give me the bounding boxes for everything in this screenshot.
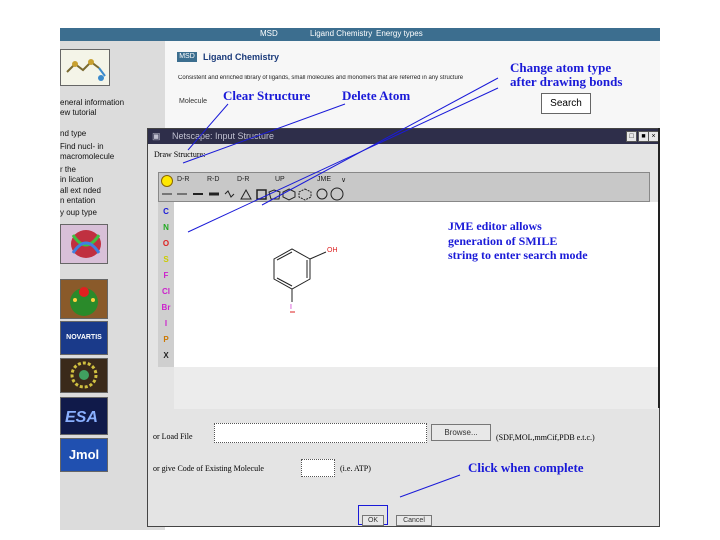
nav-link-msd[interactable]: MSD: [260, 29, 278, 38]
sidebar-line[interactable]: Find nucl- in: [60, 142, 104, 151]
annotation-clear-structure: Clear Structure: [223, 88, 311, 103]
browse-button[interactable]: Browse...: [431, 424, 491, 441]
title-bar-icon: ▣: [152, 131, 161, 141]
sidebar-line[interactable]: n entation: [60, 196, 95, 205]
atom-button-br[interactable]: Br: [158, 300, 174, 315]
atom-button-n[interactable]: N: [158, 220, 174, 235]
dialog-title: Netscape: Input Structure: [172, 131, 275, 141]
toolbar-btn-up[interactable]: UP: [275, 176, 285, 183]
molecule-code-input[interactable]: [301, 459, 335, 477]
atom-button-cl[interactable]: Cl: [158, 284, 174, 299]
bond-ring-tools[interactable]: [159, 187, 359, 201]
page-title: Ligand Chemistry: [203, 52, 280, 62]
sidebar-line[interactable]: eneral information: [60, 98, 124, 107]
sidebar-line[interactable]: y oup type: [60, 208, 97, 217]
molecule-drawing: OH I: [273, 247, 338, 313]
code-example-label: (i.e. ATP): [340, 464, 371, 473]
toolbar-btn-dr2[interactable]: D-R: [237, 176, 249, 183]
atom-button-s[interactable]: S: [158, 252, 174, 267]
code-label: or give Code of Existing Molecule: [153, 464, 264, 473]
annotation-click-complete: Click when complete: [468, 460, 584, 475]
nav-link-energy[interactable]: Energy types: [376, 29, 423, 38]
annotation-jme-1: JME editor allows: [448, 219, 542, 233]
file-formats-label: (SDF,MOL,mmCif,PDB e.t.c.): [496, 433, 595, 442]
annotation-delete-atom: Delete Atom: [342, 88, 411, 103]
novartis-logo[interactable]: NOVARTIS: [60, 321, 108, 355]
sidebar-line[interactable]: nd type: [60, 129, 86, 138]
annotation-jme-3: string to enter search mode: [448, 248, 588, 262]
minimize-icon[interactable]: □: [626, 131, 637, 142]
toolbar-btn-jme[interactable]: JME: [317, 176, 331, 183]
oh-label: OH: [327, 247, 338, 254]
iodine-label: I: [290, 304, 292, 311]
toolbar-btn-dr[interactable]: D-R: [177, 176, 189, 183]
svg-text:ESA: ESA: [65, 409, 98, 426]
atom-button-i[interactable]: I: [158, 316, 174, 331]
sidebar-line[interactable]: r the: [60, 165, 76, 174]
smiley-icon[interactable]: [161, 175, 173, 187]
dropdown-icon[interactable]: ∨: [341, 176, 346, 184]
atom-button-c[interactable]: C: [158, 204, 174, 219]
cancel-button[interactable]: Cancel: [396, 515, 432, 526]
page-description: Consistent and enriched library of ligan…: [178, 75, 464, 81]
jme-toolbar: D-R R-D D-R UP JME ∨: [158, 172, 650, 202]
dialog-shadow: [658, 128, 660, 408]
esa-logo[interactable]: ESA: [60, 397, 108, 435]
dialog-title-bar[interactable]: ▣ Netscape: Input Structure □ ■ ×: [148, 129, 659, 144]
molecule-logo: [60, 49, 110, 86]
search-button[interactable]: Search: [541, 93, 591, 114]
atom-button-o[interactable]: O: [158, 236, 174, 251]
atom-palette: C N O S F Cl Br I P X: [158, 202, 175, 367]
atom-button-f[interactable]: F: [158, 268, 174, 283]
cactus-logo[interactable]: [60, 279, 108, 319]
sidebar-line[interactable]: macromolecule: [60, 152, 114, 161]
msd-badge: MSD: [177, 52, 197, 62]
toolbar-btn-rd[interactable]: R-D: [207, 176, 219, 183]
sidebar-line[interactable]: in lication: [60, 175, 93, 184]
draw-structure-label: Draw Structure:: [154, 150, 206, 159]
top-nav-bar: MSD Ligand Chemistry Energy types: [60, 28, 660, 41]
jme-canvas[interactable]: OH I: [174, 202, 659, 368]
annotation-jme-2: generation of SMILE: [448, 234, 558, 248]
sidebar-line[interactable]: all ext nded: [60, 186, 101, 195]
atom-button-p[interactable]: P: [158, 332, 174, 347]
load-file-input[interactable]: [214, 423, 427, 443]
molecule-label: Molecule: [179, 98, 208, 105]
jmol-logo[interactable]: Jmol: [60, 438, 108, 472]
load-file-label: or Load File: [153, 432, 193, 441]
atom-button-x[interactable]: X: [158, 348, 174, 363]
ok-button[interactable]: OK: [362, 515, 384, 526]
sidebar-line[interactable]: ew tutorial: [60, 108, 96, 117]
ribbon-logo[interactable]: [60, 224, 108, 264]
annotation-after-bonds: after drawing bonds: [510, 74, 623, 89]
annotation-change-atom: Change atom type: [510, 60, 612, 75]
canvas-bottom-area: [174, 367, 659, 409]
nav-link-ligand[interactable]: Ligand Chemistry: [310, 29, 372, 38]
cluster-logo[interactable]: [60, 358, 108, 393]
